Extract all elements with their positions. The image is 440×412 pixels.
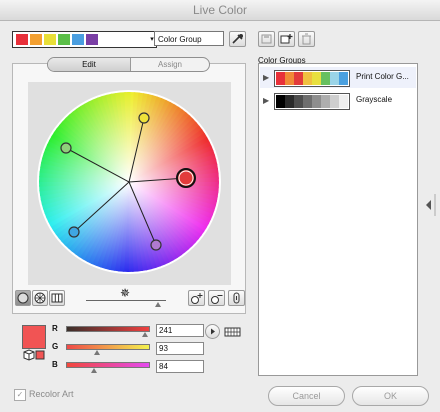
swatch-green [58,34,70,45]
active-colors-swatch[interactable] [12,31,150,48]
play-icon [211,328,215,335]
g-slider[interactable] [66,344,150,350]
group-swatch [294,72,303,85]
group-swatch-strip [274,93,350,110]
violet-handle[interactable] [150,239,162,251]
g-label: G [52,342,59,351]
disclosure-triangle-icon[interactable]: ▶ [263,96,269,105]
chevron-left-icon [426,194,436,216]
swatch-blue [72,34,84,45]
segmented-wheel-button[interactable] [32,290,48,306]
group-name: Grayscale [356,95,393,104]
group-swatch-strip [274,70,350,87]
delete-group-button[interactable] [298,31,315,47]
group-swatch [303,72,312,85]
disclosure-triangle-icon[interactable]: ▶ [263,73,269,82]
swatch-purple [86,34,98,45]
b-slider-thumb[interactable] [90,368,97,373]
recolor-art-label: Recolor Art [29,389,74,399]
remove-color-icon [211,295,223,304]
group-swatch [276,72,285,85]
smooth-wheel-icon [17,292,29,304]
group-swatch [330,95,339,108]
add-color-icon [191,293,203,304]
yellow-handle[interactable] [138,112,150,124]
blue-handle[interactable] [68,226,80,238]
color-groups-list: ▶ Print Color G... ▶ Grayscale [258,63,418,376]
group-name-input[interactable]: Color Group [154,31,224,46]
group-name: Print Color G... [356,72,409,81]
r-slider-thumb[interactable] [142,332,149,337]
new-group-icon [280,34,293,44]
r-label: R [52,324,58,333]
group-swatch [312,95,321,108]
trash-icon [302,33,311,45]
color-wheel-area [28,82,231,285]
group-swatch [303,95,312,108]
add-color-button[interactable] [188,290,205,306]
recolor-art-checkbox[interactable]: ✓ [14,389,26,401]
eyedropper-button[interactable] [229,31,246,47]
group-swatch [330,72,339,85]
segmented-wheel-icon [34,292,46,304]
link-harmony-button[interactable] [228,290,245,306]
brightness-slider-thumb[interactable] [155,302,161,307]
group-swatch [294,95,303,108]
b-label: B [52,360,58,369]
collapse-panel-tab[interactable] [421,190,439,220]
group-swatch [339,72,348,85]
new-group-button[interactable] [278,31,295,47]
group-swatch [321,72,330,85]
list-item[interactable]: ▶ Grayscale [260,90,416,111]
green-handle[interactable] [60,142,72,154]
cancel-button[interactable]: Cancel [268,386,345,406]
color-mode-menu-button[interactable] [205,324,220,339]
color-bars-icon [51,293,63,303]
color-mode-icon[interactable] [22,349,46,363]
b-slider[interactable] [66,362,150,368]
swatch-library-icon[interactable] [224,326,242,340]
tab-edit[interactable]: Edit [48,58,131,71]
group-swatch [285,95,294,108]
color-wheel[interactable] [28,82,231,285]
group-swatch [321,95,330,108]
red-base-handle[interactable] [176,168,196,188]
ok-button[interactable]: OK [352,386,429,406]
r-value-input[interactable]: 241 [156,324,204,337]
window-title: Live Color [192,3,248,17]
swatch-yellow [44,34,56,45]
list-item[interactable]: ▶ Print Color G... [260,67,416,88]
remove-color-button[interactable] [208,290,225,306]
tab-assign[interactable]: Assign [131,58,209,71]
link-icon [233,292,240,304]
swatch-orange [30,34,42,45]
list-anchor [257,51,259,53]
group-swatch [285,72,294,85]
brightness-slider[interactable] [86,300,166,301]
group-swatch [339,95,348,108]
b-value-input[interactable]: 84 [156,360,204,373]
swatch-red [16,34,28,45]
color-bars-button[interactable] [49,290,65,306]
save-group-button[interactable] [258,31,275,47]
group-swatch [312,72,321,85]
brightness-icon: ✵ [120,286,131,300]
eyedropper-icon [232,34,243,44]
save-icon [261,34,272,44]
g-value-input[interactable]: 93 [156,342,204,355]
title-bar: Live Color [0,0,440,21]
group-swatch [276,95,285,108]
tab-bar: Edit Assign [47,57,210,72]
smooth-wheel-button[interactable] [15,290,31,306]
r-slider[interactable] [66,326,150,332]
current-color-swatch [22,325,46,349]
g-slider-thumb[interactable] [93,350,100,355]
